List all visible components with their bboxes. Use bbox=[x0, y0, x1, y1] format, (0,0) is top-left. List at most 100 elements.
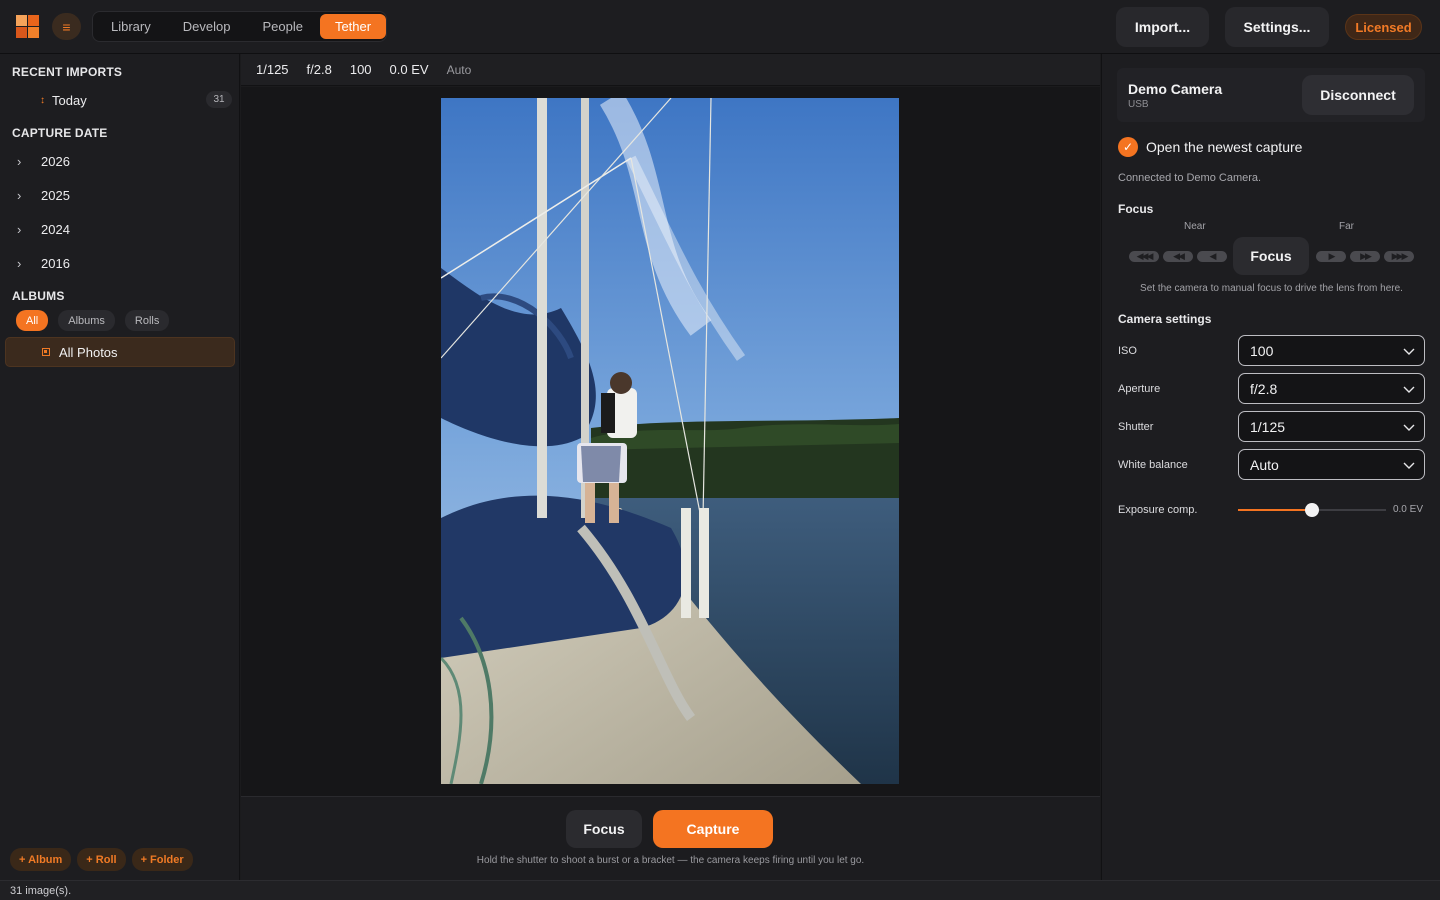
filter-chip-all[interactable]: All bbox=[16, 310, 49, 331]
focus-near-label: Near bbox=[1184, 221, 1206, 232]
chevron-right-icon: › bbox=[17, 153, 22, 169]
camera-connection-type: USB bbox=[1128, 99, 1149, 110]
mode-tab-tether[interactable]: Tether bbox=[319, 14, 387, 39]
focus-far-medium-icon[interactable]: ▶▶ bbox=[1350, 251, 1380, 262]
white-balance-select[interactable]: Auto bbox=[1238, 449, 1425, 480]
exposure-info-bar: 1/125 f/2.8 100 0.0 EV Auto bbox=[241, 54, 1100, 86]
filter-chip-albums[interactable]: Albums bbox=[58, 310, 115, 331]
year-label: 2025 bbox=[41, 187, 70, 203]
focus-far-steps: ▶ ▶▶ ▶▶▶ bbox=[1316, 251, 1414, 262]
album-item-all-photos[interactable]: All Photos bbox=[5, 337, 235, 367]
aperture-value: f/2.8 bbox=[1250, 380, 1278, 397]
info-iso: 100 bbox=[349, 62, 372, 77]
chevron-down-icon bbox=[1403, 462, 1415, 469]
albums-title: ALBUMS bbox=[12, 289, 65, 303]
exposure-slider-thumb[interactable] bbox=[1305, 503, 1319, 517]
chevron-right-icon: › bbox=[17, 255, 22, 271]
menu-button[interactable]: ≡ bbox=[52, 13, 81, 40]
app-logo-icon bbox=[16, 15, 39, 38]
add-folder-button[interactable]: + Folder bbox=[131, 848, 193, 871]
exposure-comp-label: Exposure comp. bbox=[1118, 504, 1198, 516]
licensed-badge[interactable]: Licensed bbox=[1345, 14, 1422, 40]
capture-date-title: CAPTURE DATE bbox=[12, 126, 108, 140]
shutter-label: Shutter bbox=[1118, 421, 1154, 433]
sidebar-year-2025[interactable]: › 2025 bbox=[10, 182, 232, 208]
info-ev: 0.0 EV bbox=[389, 62, 429, 77]
shutter-value: 1/125 bbox=[1250, 418, 1286, 435]
open-newest-label: Open the newest capture bbox=[1146, 139, 1303, 155]
chevron-right-icon: › bbox=[17, 221, 22, 237]
capture-hint: Hold the shutter to shoot a burst or a b… bbox=[476, 855, 865, 866]
sidebar-year-2016[interactable]: › 2016 bbox=[10, 250, 232, 276]
white-balance-label: White balance bbox=[1118, 459, 1188, 471]
camera-settings-title: Camera settings bbox=[1118, 312, 1212, 326]
sidebar-year-2024[interactable]: › 2024 bbox=[10, 216, 232, 242]
capture-button[interactable]: Capture bbox=[653, 810, 773, 848]
focus-near-large-icon[interactable]: ◀◀◀ bbox=[1129, 251, 1159, 262]
info-shutter: 1/125 bbox=[256, 62, 289, 77]
iso-value: 100 bbox=[1250, 342, 1274, 359]
camera-name: Demo Camera bbox=[1128, 81, 1223, 97]
chevron-right-icon: › bbox=[17, 187, 22, 203]
tether-panel: Demo Camera USB Disconnect ✓ Open the ne… bbox=[1101, 54, 1440, 880]
connection-status: Connected to Demo Camera. bbox=[1118, 172, 1262, 184]
add-roll-button[interactable]: + Roll bbox=[77, 848, 126, 871]
focus-far-small-icon[interactable]: ▶ bbox=[1316, 251, 1346, 262]
focus-button[interactable]: Focus bbox=[566, 810, 642, 848]
white-balance-value: Auto bbox=[1250, 456, 1279, 473]
year-label: 2026 bbox=[41, 153, 70, 169]
import-button[interactable]: Import... bbox=[1116, 7, 1209, 47]
app-window: ≡ Library Develop People Tether Import..… bbox=[0, 0, 1440, 900]
chevron-down-icon bbox=[1403, 348, 1415, 355]
sidebar-year-2026[interactable]: › 2026 bbox=[10, 148, 232, 174]
album-icon bbox=[42, 348, 50, 356]
aperture-select[interactable]: f/2.8 bbox=[1238, 373, 1425, 404]
info-wb: Auto bbox=[446, 62, 472, 77]
focus-near-steps: ◀◀◀ ◀◀ ◀ bbox=[1129, 251, 1227, 262]
add-album-button[interactable]: + Album bbox=[10, 848, 72, 871]
mode-switcher: Library Develop People Tether bbox=[92, 11, 387, 42]
focus-near-small-icon[interactable]: ◀ bbox=[1197, 251, 1227, 262]
mode-tab-people[interactable]: People bbox=[247, 14, 317, 39]
focus-section-title: Focus bbox=[1118, 202, 1154, 216]
album-label: All Photos bbox=[59, 344, 118, 360]
open-newest-checkbox[interactable]: ✓ Open the newest capture bbox=[1118, 137, 1302, 157]
checkmark-icon: ✓ bbox=[1118, 137, 1138, 157]
image-count-status: 31 image(s). bbox=[10, 884, 72, 897]
iso-label: ISO bbox=[1118, 345, 1137, 357]
shutter-select[interactable]: 1/125 bbox=[1238, 411, 1425, 442]
preview-photo bbox=[441, 98, 899, 784]
live-view-area bbox=[241, 87, 1100, 796]
status-bar: 31 image(s). bbox=[0, 880, 1440, 900]
iso-select[interactable]: 100 bbox=[1238, 335, 1425, 366]
mode-tab-develop[interactable]: Develop bbox=[168, 14, 246, 39]
recent-imports-title: RECENT IMPORTS bbox=[12, 65, 123, 79]
import-arrow-icon: ↕ bbox=[40, 94, 45, 106]
import-count-badge: 31 bbox=[206, 91, 232, 108]
settings-button[interactable]: Settings... bbox=[1225, 7, 1329, 47]
hamburger-icon: ≡ bbox=[62, 18, 71, 35]
sidebar-item-today[interactable]: ↕ Today 31 bbox=[10, 89, 232, 111]
camera-card: Demo Camera USB Disconnect bbox=[1117, 68, 1425, 122]
aperture-label: Aperture bbox=[1118, 383, 1161, 395]
focus-hint: Set the camera to manual focus to drive … bbox=[1140, 283, 1403, 294]
top-bar: ≡ Library Develop People Tether Import..… bbox=[0, 0, 1440, 54]
year-label: 2024 bbox=[41, 221, 70, 237]
sidebar-item-label: Today bbox=[52, 92, 87, 108]
mode-tab-library[interactable]: Library bbox=[96, 14, 166, 39]
focus-near-medium-icon[interactable]: ◀◀ bbox=[1163, 251, 1193, 262]
exposure-comp-value: 0.0 EV bbox=[1392, 504, 1423, 515]
capture-bar: Focus Capture Hold the shutter to shoot … bbox=[241, 796, 1100, 880]
focus-far-large-icon[interactable]: ▶▶▶ bbox=[1384, 251, 1414, 262]
exposure-slider-fill bbox=[1238, 509, 1312, 511]
focus-drive-button[interactable]: Focus bbox=[1233, 237, 1309, 275]
chevron-down-icon bbox=[1403, 386, 1415, 393]
filter-chip-rolls[interactable]: Rolls bbox=[124, 310, 170, 331]
year-label: 2016 bbox=[41, 255, 70, 271]
info-aperture: f/2.8 bbox=[306, 62, 332, 77]
disconnect-button[interactable]: Disconnect bbox=[1302, 75, 1414, 115]
focus-far-label: Far bbox=[1339, 221, 1354, 232]
sidebar: RECENT IMPORTS ↕ Today 31 CAPTURE DATE ›… bbox=[0, 54, 240, 880]
album-filter-chips: All Albums Rolls bbox=[16, 310, 170, 331]
exposure-comp-slider[interactable] bbox=[1238, 503, 1386, 517]
